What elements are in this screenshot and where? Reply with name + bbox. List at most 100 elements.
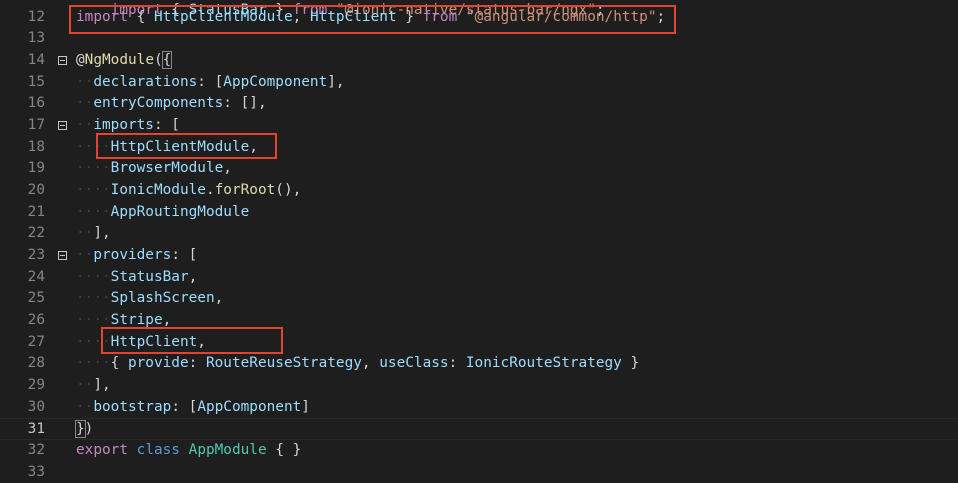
code-token: ( bbox=[153, 51, 163, 68]
code-token: declarations bbox=[93, 73, 198, 90]
code-line-21[interactable]: 21 ····AppRoutingModule bbox=[0, 202, 958, 224]
code-line-29[interactable]: 29 ··], bbox=[0, 375, 958, 397]
line-number: 12 bbox=[27, 8, 45, 25]
code-text: ··imports: [ bbox=[76, 115, 180, 137]
code-line-19[interactable]: 19 ····BrowserModule, bbox=[0, 158, 958, 180]
code-token: : [ bbox=[171, 246, 198, 263]
code-line-27[interactable]: 27 ····HttpClient, bbox=[0, 332, 958, 354]
code-token: NgModule bbox=[84, 51, 154, 68]
code-line-31[interactable]: 31}) bbox=[0, 418, 958, 440]
code-token: from bbox=[422, 8, 458, 25]
code-token: , bbox=[249, 138, 258, 155]
code-token: , bbox=[197, 333, 206, 350]
fold-collapse-icon[interactable] bbox=[58, 55, 67, 65]
code-token: Stripe bbox=[110, 311, 163, 328]
code-token: . bbox=[205, 181, 215, 198]
code-token: AppModule bbox=[188, 441, 267, 458]
line-number: 33 bbox=[27, 463, 45, 480]
code-token: , bbox=[162, 311, 172, 328]
code-line-22[interactable]: 22 ··], bbox=[0, 223, 958, 245]
code-token: } bbox=[75, 420, 86, 439]
code-token: (), bbox=[275, 181, 302, 198]
code-token: { bbox=[161, 50, 173, 69]
line-number: 25 bbox=[27, 290, 45, 307]
code-token: , bbox=[361, 355, 380, 372]
code-token: : bbox=[448, 355, 466, 372]
line-number: 13 bbox=[27, 30, 45, 47]
code-token: { } bbox=[266, 441, 302, 458]
line-number: 20 bbox=[27, 181, 45, 198]
code-line-33[interactable]: 33 bbox=[0, 462, 958, 483]
code-text: ····AppRoutingModule bbox=[76, 202, 249, 224]
code-token: HttpClient bbox=[309, 8, 397, 25]
code-text: ··declarations: [AppComponent], bbox=[76, 72, 345, 94]
code-token: import bbox=[76, 8, 128, 25]
code-line-15[interactable]: 15 ··declarations: [AppComponent], bbox=[0, 72, 958, 94]
code-token: ], bbox=[93, 376, 111, 393]
code-line-28[interactable]: 28 ····{ provide: RouteReuseStrategy, use… bbox=[0, 353, 958, 375]
code-line-20[interactable]: 20 ····IonicModule.forRoot(), bbox=[0, 180, 958, 202]
code-token: provide bbox=[127, 355, 189, 372]
code-token: imports bbox=[93, 116, 154, 133]
code-line-24[interactable]: 24 ····StatusBar, bbox=[0, 267, 958, 289]
code-token: ···· bbox=[76, 160, 111, 177]
code-token: BrowserModule bbox=[110, 160, 224, 177]
code-line-16[interactable]: 16 ··entryComponents: [], bbox=[0, 93, 958, 115]
code-token: ], bbox=[327, 73, 345, 90]
code-token: , bbox=[188, 268, 198, 285]
code-text: ··], bbox=[76, 223, 111, 245]
line-number: 29 bbox=[27, 376, 45, 393]
code-line-26[interactable]: 26 ····Stripe, bbox=[0, 310, 958, 332]
code-line-30[interactable]: 30 ··bootstrap: [AppComponent] bbox=[0, 397, 958, 419]
line-number: 18 bbox=[27, 138, 45, 155]
line-number: 26 bbox=[27, 311, 45, 328]
line-number: 22 bbox=[27, 225, 45, 242]
code-line-32[interactable]: 32 export class AppModule { } bbox=[0, 440, 958, 462]
code-token: ···· bbox=[76, 181, 111, 198]
fold-collapse-icon[interactable] bbox=[58, 250, 67, 260]
code-text: ····SplashScreen, bbox=[76, 288, 223, 310]
code-token: ···· bbox=[76, 290, 111, 307]
code-token: IonicRouteStrategy bbox=[465, 355, 622, 372]
code-token: ·· bbox=[76, 116, 94, 133]
code-line-14[interactable]: 14 @NgModule({ bbox=[0, 50, 958, 72]
code-token: providers bbox=[93, 246, 172, 263]
line-number: 32 bbox=[27, 441, 45, 458]
code-token: ·· bbox=[76, 95, 94, 112]
line-number: 19 bbox=[27, 160, 45, 177]
code-line-25[interactable]: 25 ····SplashScreen, bbox=[0, 288, 958, 310]
code-token: HttpClient bbox=[110, 333, 198, 350]
code-token: ···· bbox=[76, 311, 111, 328]
line-number: 15 bbox=[27, 73, 45, 90]
code-text: ··providers: [ bbox=[76, 245, 197, 267]
code-editor[interactable]: import { StatusBar } from "@ionic-native… bbox=[0, 0, 958, 480]
code-token: : [ bbox=[153, 116, 180, 133]
line-number: 24 bbox=[27, 268, 45, 285]
code-token: ···· bbox=[76, 138, 111, 155]
code-text: ····HttpClientModule, bbox=[76, 137, 258, 159]
code-text: ····Stripe, bbox=[76, 310, 171, 332]
code-line-18[interactable]: 18 ····HttpClientModule, bbox=[0, 137, 958, 159]
code-token: export bbox=[76, 441, 128, 458]
code-line-12[interactable]: 12 import { HttpClientModule, HttpClient … bbox=[0, 7, 958, 29]
code-token: SplashScreen bbox=[110, 290, 215, 307]
code-text: ··entryComponents: [], bbox=[76, 93, 267, 115]
fold-collapse-icon[interactable] bbox=[58, 120, 67, 130]
code-text: @NgModule({ bbox=[76, 50, 173, 72]
code-token: , bbox=[214, 290, 224, 307]
line-number: 14 bbox=[27, 51, 45, 68]
code-line-17[interactable]: 17 ··imports: [ bbox=[0, 115, 958, 137]
code-token: ·· bbox=[76, 376, 94, 393]
code-token: HttpClientModule bbox=[110, 138, 250, 155]
code-text: ····HttpClient, bbox=[76, 332, 206, 354]
code-token: class bbox=[136, 441, 180, 458]
code-token: StatusBar bbox=[110, 268, 189, 285]
code-line-23[interactable]: 23 ··providers: [ bbox=[0, 245, 958, 267]
code-token: AppRoutingModule bbox=[110, 203, 250, 220]
code-text: ····BrowserModule, bbox=[76, 158, 232, 180]
line-number: 28 bbox=[27, 355, 45, 372]
code-line-13[interactable]: 13 bbox=[0, 28, 958, 50]
code-token: useClass bbox=[379, 355, 449, 372]
